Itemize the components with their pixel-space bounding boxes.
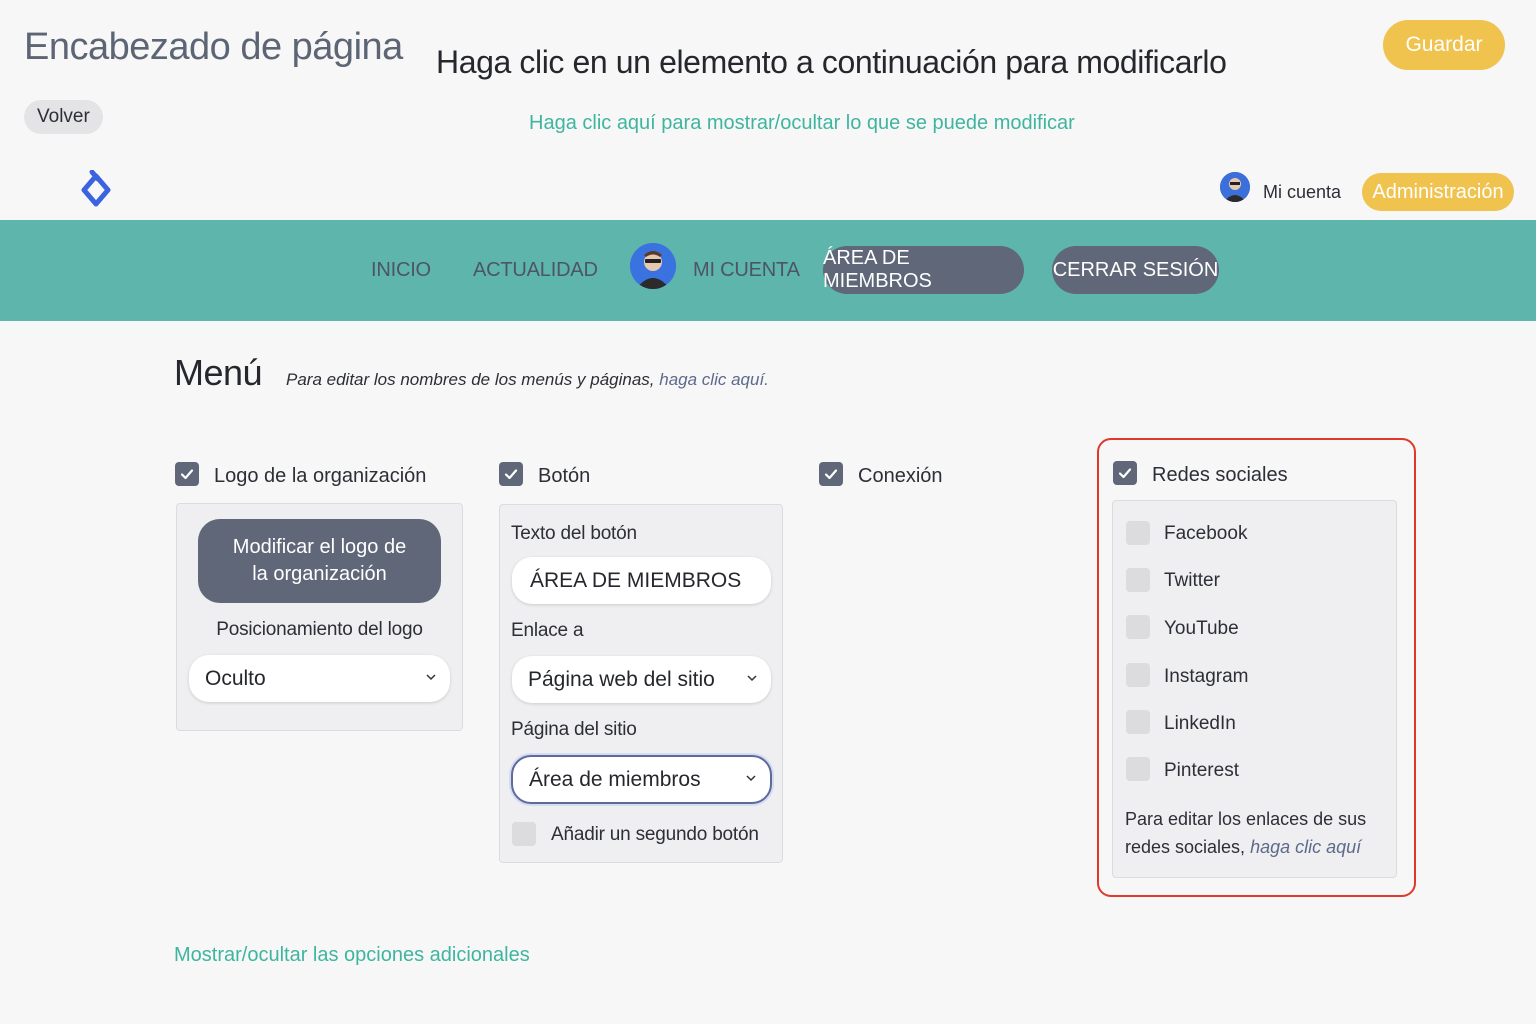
pinterest-checkbox[interactable]	[1126, 757, 1150, 781]
twitter-checkbox[interactable]	[1126, 568, 1150, 592]
more-options-link[interactable]: Mostrar/ocultar las opciones adicionales	[174, 944, 530, 967]
site-page-select[interactable]: Área de miembros	[511, 755, 772, 804]
check-icon	[824, 469, 838, 480]
logout-button[interactable]: CERRAR SESIÓN	[1052, 246, 1219, 294]
logo-position-label: Posicionamiento del logo	[216, 619, 423, 640]
members-area-button[interactable]: ÁREA DE MIEMBROS	[823, 246, 1024, 294]
menu-title: Menú	[174, 352, 263, 393]
site-page-label: Página del sitio	[511, 719, 637, 740]
social-item-youtube: YouTube	[1164, 618, 1239, 639]
connection-checkbox[interactable]	[819, 462, 843, 486]
social-item-pinterest: Pinterest	[1164, 760, 1239, 781]
page-title: Encabezado de página	[24, 26, 403, 68]
my-account-link[interactable]: Mi cuenta	[1263, 182, 1341, 203]
check-icon	[180, 469, 194, 480]
logo-position-select[interactable]: Oculto	[189, 655, 450, 702]
button-column-label: Botón	[538, 465, 591, 487]
avatar[interactable]	[1220, 172, 1250, 202]
youtube-checkbox[interactable]	[1126, 615, 1150, 639]
link-to-select[interactable]: Página web del sitio	[512, 656, 771, 703]
second-button-checkbox[interactable]	[512, 822, 536, 846]
site-page-value: Área de miembros	[529, 767, 701, 791]
logo-checkbox[interactable]	[175, 462, 199, 486]
check-icon	[504, 469, 518, 480]
social-item-twitter: Twitter	[1164, 570, 1220, 591]
chevron-down-icon	[746, 774, 756, 781]
social-item-linkedin: LinkedIn	[1164, 713, 1236, 734]
logo-column-label: Logo de la organización	[214, 465, 427, 487]
connection-column-label: Conexión	[858, 465, 943, 487]
social-note-link[interactable]: haga clic aquí	[1250, 837, 1361, 857]
chevron-down-icon	[426, 673, 436, 680]
administration-button[interactable]: Administración	[1362, 173, 1514, 211]
chevron-down-icon	[747, 674, 757, 681]
second-button-label: Añadir un segundo botón	[551, 824, 759, 845]
back-button[interactable]: Volver	[24, 100, 103, 134]
social-item-instagram: Instagram	[1164, 666, 1249, 687]
modify-logo-button[interactable]: Modificar el logo de la organización	[198, 519, 441, 603]
menu-hint: Para editar los nombres de los menús y p…	[286, 370, 769, 390]
button-text-label: Texto del botón	[511, 523, 637, 544]
check-icon	[1118, 468, 1132, 479]
nav-item-news[interactable]: ACTUALIDAD	[473, 259, 598, 282]
nav-item-account[interactable]: MI CUENTA	[693, 259, 800, 282]
social-item-facebook: Facebook	[1164, 523, 1248, 544]
menu-hint-link[interactable]: haga clic aquí.	[659, 370, 769, 389]
logo-position-value: Oculto	[205, 666, 266, 690]
edit-instruction: Haga clic en un elemento a continuación …	[436, 44, 1227, 80]
nav-item-home[interactable]: INICIO	[371, 259, 431, 282]
avatar[interactable]	[630, 243, 676, 289]
link-to-value: Página web del sitio	[528, 667, 715, 691]
menu-hint-text: Para editar los nombres de los menús y p…	[286, 370, 660, 389]
social-column-label: Redes sociales	[1152, 464, 1288, 486]
diamond-logo-icon[interactable]	[78, 169, 114, 212]
linkedin-checkbox[interactable]	[1126, 710, 1150, 734]
link-to-label: Enlace a	[511, 620, 584, 641]
facebook-checkbox[interactable]	[1126, 521, 1150, 545]
save-button[interactable]: Guardar	[1383, 20, 1505, 70]
button-text-input[interactable]: ÁREA DE MIEMBROS	[512, 557, 771, 604]
social-note: Para editar los enlaces de sus redes soc…	[1125, 805, 1387, 861]
social-checkbox[interactable]	[1113, 461, 1137, 485]
instagram-checkbox[interactable]	[1126, 663, 1150, 687]
button-checkbox[interactable]	[499, 462, 523, 486]
toggle-editable-link[interactable]: Haga clic aquí para mostrar/ocultar lo q…	[529, 112, 1075, 135]
